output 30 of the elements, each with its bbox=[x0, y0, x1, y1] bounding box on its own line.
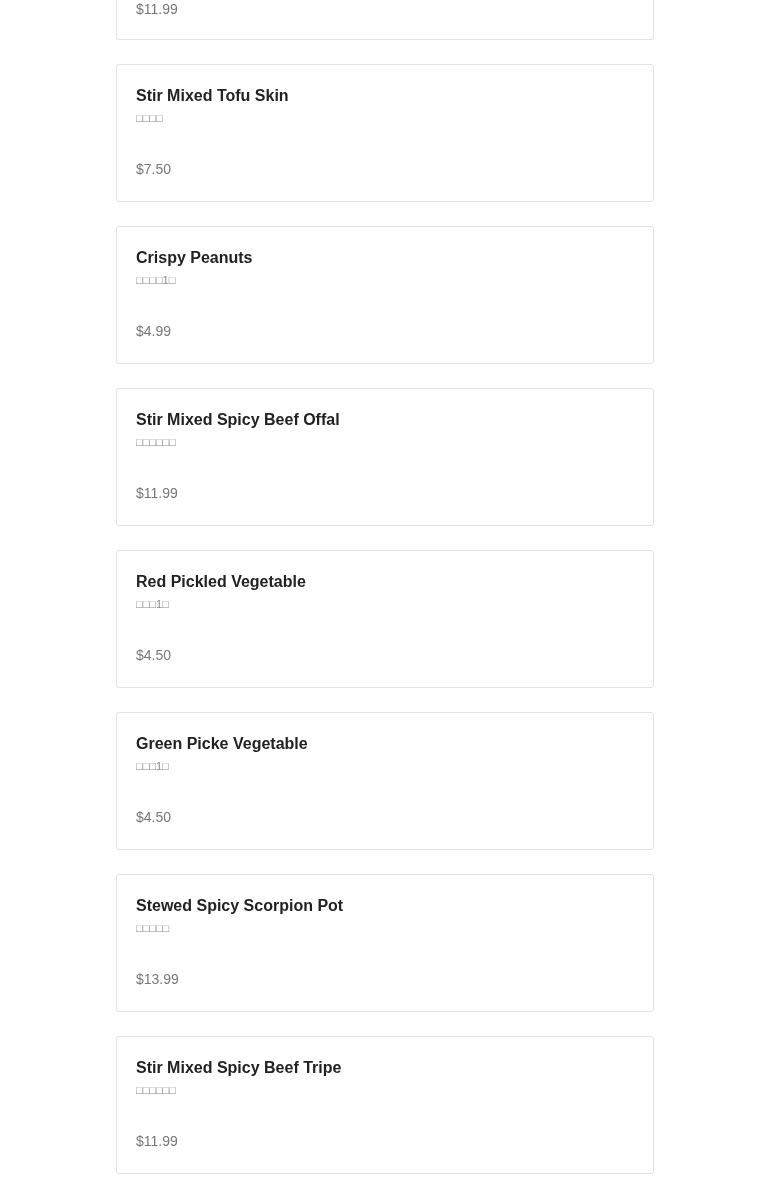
dish-name: Stir Mixed Spicy Beef Tripe bbox=[136, 1058, 343, 1078]
dish-subtitle: □□□□1□ bbox=[136, 273, 177, 288]
dish-price: $4.50 bbox=[136, 808, 173, 826]
dish-name: Red Pickled Vegetable bbox=[136, 572, 307, 592]
dish-subtitle: □□□1□ bbox=[136, 597, 170, 612]
menu-item-card[interactable]: Stir Mixed Spicy Beef Offal □□□□□□ $11.99 bbox=[116, 388, 654, 526]
dish-subtitle: □□□1□ bbox=[136, 759, 170, 774]
dish-subtitle: □□□□□□ bbox=[136, 1083, 177, 1098]
dish-name: Crispy Peanuts bbox=[136, 248, 254, 268]
dish-name: Stir Mixed Tofu Skin bbox=[136, 86, 290, 106]
dish-price: $11.99 bbox=[136, 0, 179, 18]
dish-name: Stewed Spicy Scorpion Pot bbox=[136, 896, 345, 916]
dish-price: $11.99 bbox=[136, 484, 179, 502]
dish-price: $4.50 bbox=[136, 646, 173, 664]
dish-name: Stir Mixed Spicy Beef Offal bbox=[136, 410, 341, 430]
dish-price: $4.99 bbox=[136, 322, 173, 340]
dish-subtitle: □□□□□ bbox=[136, 921, 171, 936]
menu-item-card[interactable]: Green Picke Vegetable □□□1□ $4.50 bbox=[116, 712, 654, 850]
dish-price: $13.99 bbox=[136, 970, 180, 988]
dish-name: Green Picke Vegetable bbox=[136, 734, 309, 754]
menu-item-card[interactable]: Crispy Peanuts □□□□1□ $4.99 bbox=[116, 226, 654, 364]
menu-item-card[interactable]: Stir Mixed Tofu Skin □□□□ $7.50 bbox=[116, 64, 654, 202]
menu-item-card[interactable]: $11.99 bbox=[116, 0, 654, 40]
dish-price: $7.50 bbox=[136, 160, 173, 178]
dish-price: $11.99 bbox=[136, 1132, 179, 1150]
menu-item-card[interactable]: Stewed Spicy Scorpion Pot □□□□□ $13.99 bbox=[116, 874, 654, 1012]
dish-subtitle: □□□□□□ bbox=[136, 435, 177, 450]
dish-subtitle: □□□□ bbox=[136, 111, 164, 126]
menu-item-card[interactable]: Red Pickled Vegetable □□□1□ $4.50 bbox=[116, 550, 654, 688]
menu-item-card[interactable]: Stir Mixed Spicy Beef Tripe □□□□□□ $11.99 bbox=[116, 1036, 654, 1174]
